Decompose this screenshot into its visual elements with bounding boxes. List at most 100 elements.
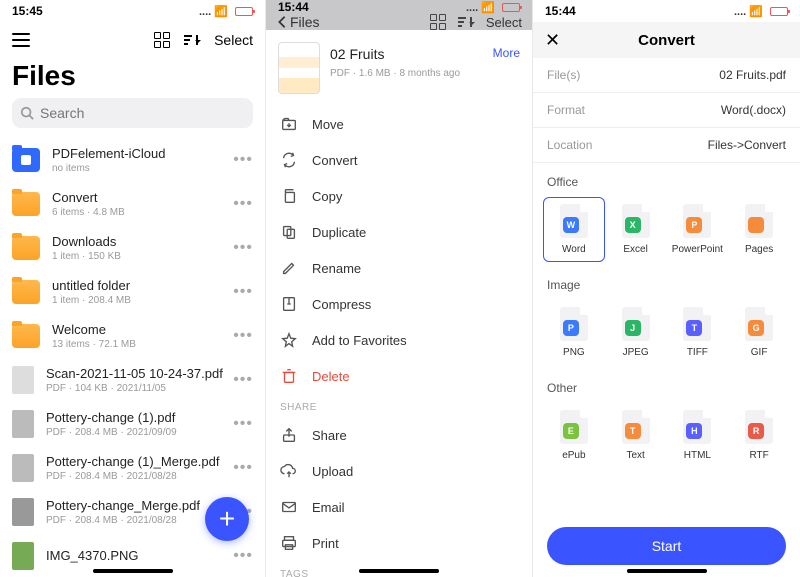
back-button[interactable]: Files [276,14,320,30]
file-icon [12,454,34,482]
file-name: untitled folder [52,278,233,293]
status-bar: 15:44 .... 📶 [533,0,800,22]
grid-view-icon[interactable] [430,14,446,30]
share-icon [280,462,298,480]
format-powerpoint[interactable]: PPowerPoint [667,197,729,262]
format-icon: E [560,410,588,444]
file-item[interactable]: Pottery-change (1)_Merge.pdfPDF · 208.4 … [0,446,265,490]
file-item[interactable]: Scan-2021-11-05 10-24-37.pdfPDF · 104 KB… [0,358,265,402]
start-button[interactable]: Start [547,527,786,565]
action-label: Duplicate [312,225,366,240]
format-icon: P [560,307,588,341]
menu-icon[interactable] [12,33,30,47]
convert-pane: 15:44 .... 📶 ✕ Convert File(s) 02 Fruits.… [533,0,800,577]
info-key: File(s) [547,68,580,82]
share-upload[interactable]: Upload [266,453,532,489]
info-key: Format [547,103,585,117]
action-add-to-favorites[interactable]: Add to Favorites [266,322,532,358]
action-compress[interactable]: Compress [266,286,532,322]
format-epub[interactable]: EePub [543,403,605,468]
folder-icon [12,324,40,348]
action-duplicate[interactable]: Duplicate [266,214,532,250]
search-input[interactable] [40,105,245,121]
action-label: Move [312,117,344,132]
more-icon[interactable]: ••• [233,239,253,257]
info-value: 02 Fruits.pdf [719,68,786,82]
format-rtf[interactable]: RRTF [728,403,790,468]
section-header: Other [533,369,800,399]
page-title: Convert [638,32,695,49]
file-item[interactable]: Pottery-change (1).pdfPDF · 208.4 MB · 2… [0,402,265,446]
info-row[interactable]: File(s) 02 Fruits.pdf [533,58,800,93]
home-indicator [627,569,707,573]
file-thumbnail[interactable] [278,42,320,94]
folder-icon [12,192,40,216]
format-html[interactable]: HHTML [667,403,729,468]
format-text[interactable]: TText [605,403,667,468]
select-button[interactable]: Select [486,15,522,30]
more-icon[interactable]: ••• [233,283,253,301]
file-name: Downloads [52,234,233,249]
header-bar: Files Select [266,14,532,30]
more-icon[interactable]: ••• [233,547,253,565]
more-icon[interactable]: ••• [233,327,253,345]
format-jpeg[interactable]: JJPEG [605,300,667,365]
format-row: PPNGJJPEGTTIFFGGIF [533,296,800,369]
time: 15:44 [545,4,576,18]
action-copy[interactable]: Copy [266,178,532,214]
add-button[interactable]: + [205,497,249,541]
header-bar: ✕ Convert [533,22,800,58]
file-header: 02 Fruits PDF · 1.6 MB · 8 months ago Mo… [266,30,532,106]
format-label: PowerPoint [672,244,723,255]
format-icon: H [683,410,711,444]
grid-view-icon[interactable] [154,32,170,48]
format-excel[interactable]: XExcel [605,197,667,262]
actions-pane: 15:44 .... 📶 Files Select 02 Fruits PDF … [266,0,533,577]
file-item[interactable]: PDFelement-iCloudno items••• [0,138,265,182]
more-icon[interactable]: ••• [233,195,253,213]
format-pages[interactable]: Pages [728,197,790,262]
share-share[interactable]: Share [266,417,532,453]
action-rename[interactable]: Rename [266,250,532,286]
search-field[interactable] [12,98,253,128]
action-delete[interactable]: Delete [266,358,532,394]
more-button[interactable]: More [493,46,520,60]
format-icon: R [745,410,773,444]
file-item[interactable]: Downloads1 item · 150 KB••• [0,226,265,270]
sort-icon[interactable] [184,32,200,48]
share-email[interactable]: Email [266,489,532,525]
file-item[interactable]: Convert6 items · 4.8 MB••• [0,182,265,226]
select-button[interactable]: Select [214,32,253,48]
share-print[interactable]: Print [266,525,532,561]
share-label: Email [312,500,345,515]
share-header: SHARE [266,394,532,417]
format-gif[interactable]: GGIF [728,300,790,365]
share-icon [280,498,298,516]
action-label: Delete [312,369,350,384]
action-convert[interactable]: Convert [266,142,532,178]
more-icon[interactable]: ••• [233,415,253,433]
action-list: Move ConvertCopy Duplicate RenameCompressAd… [266,106,532,394]
share-label: Print [312,536,339,551]
file-name: Convert [52,190,233,205]
folder-icon [12,236,40,260]
format-icon [745,204,773,238]
more-icon[interactable]: ••• [233,151,253,169]
more-icon[interactable]: ••• [233,371,253,389]
format-word[interactable]: WWord [543,197,605,262]
file-item[interactable]: untitled folder1 item · 208.4 MB••• [0,270,265,314]
format-label: Word [562,244,586,255]
more-icon[interactable]: ••• [233,459,253,477]
action-move[interactable]: Move [266,106,532,142]
file-item[interactable]: Welcome13 items · 72.1 MB••• [0,314,265,358]
close-icon[interactable]: ✕ [545,30,560,51]
chevron-left-icon [276,15,288,29]
info-row[interactable]: FormatWord(.docx) [533,93,800,128]
file-name: 02 Fruits [330,46,493,62]
info-row[interactable]: LocationFiles->Convert [533,128,800,163]
file-icon [12,410,34,438]
info-key: Location [547,138,592,152]
sort-icon[interactable] [458,14,474,30]
format-png[interactable]: PPNG [543,300,605,365]
format-tiff[interactable]: TTIFF [667,300,729,365]
